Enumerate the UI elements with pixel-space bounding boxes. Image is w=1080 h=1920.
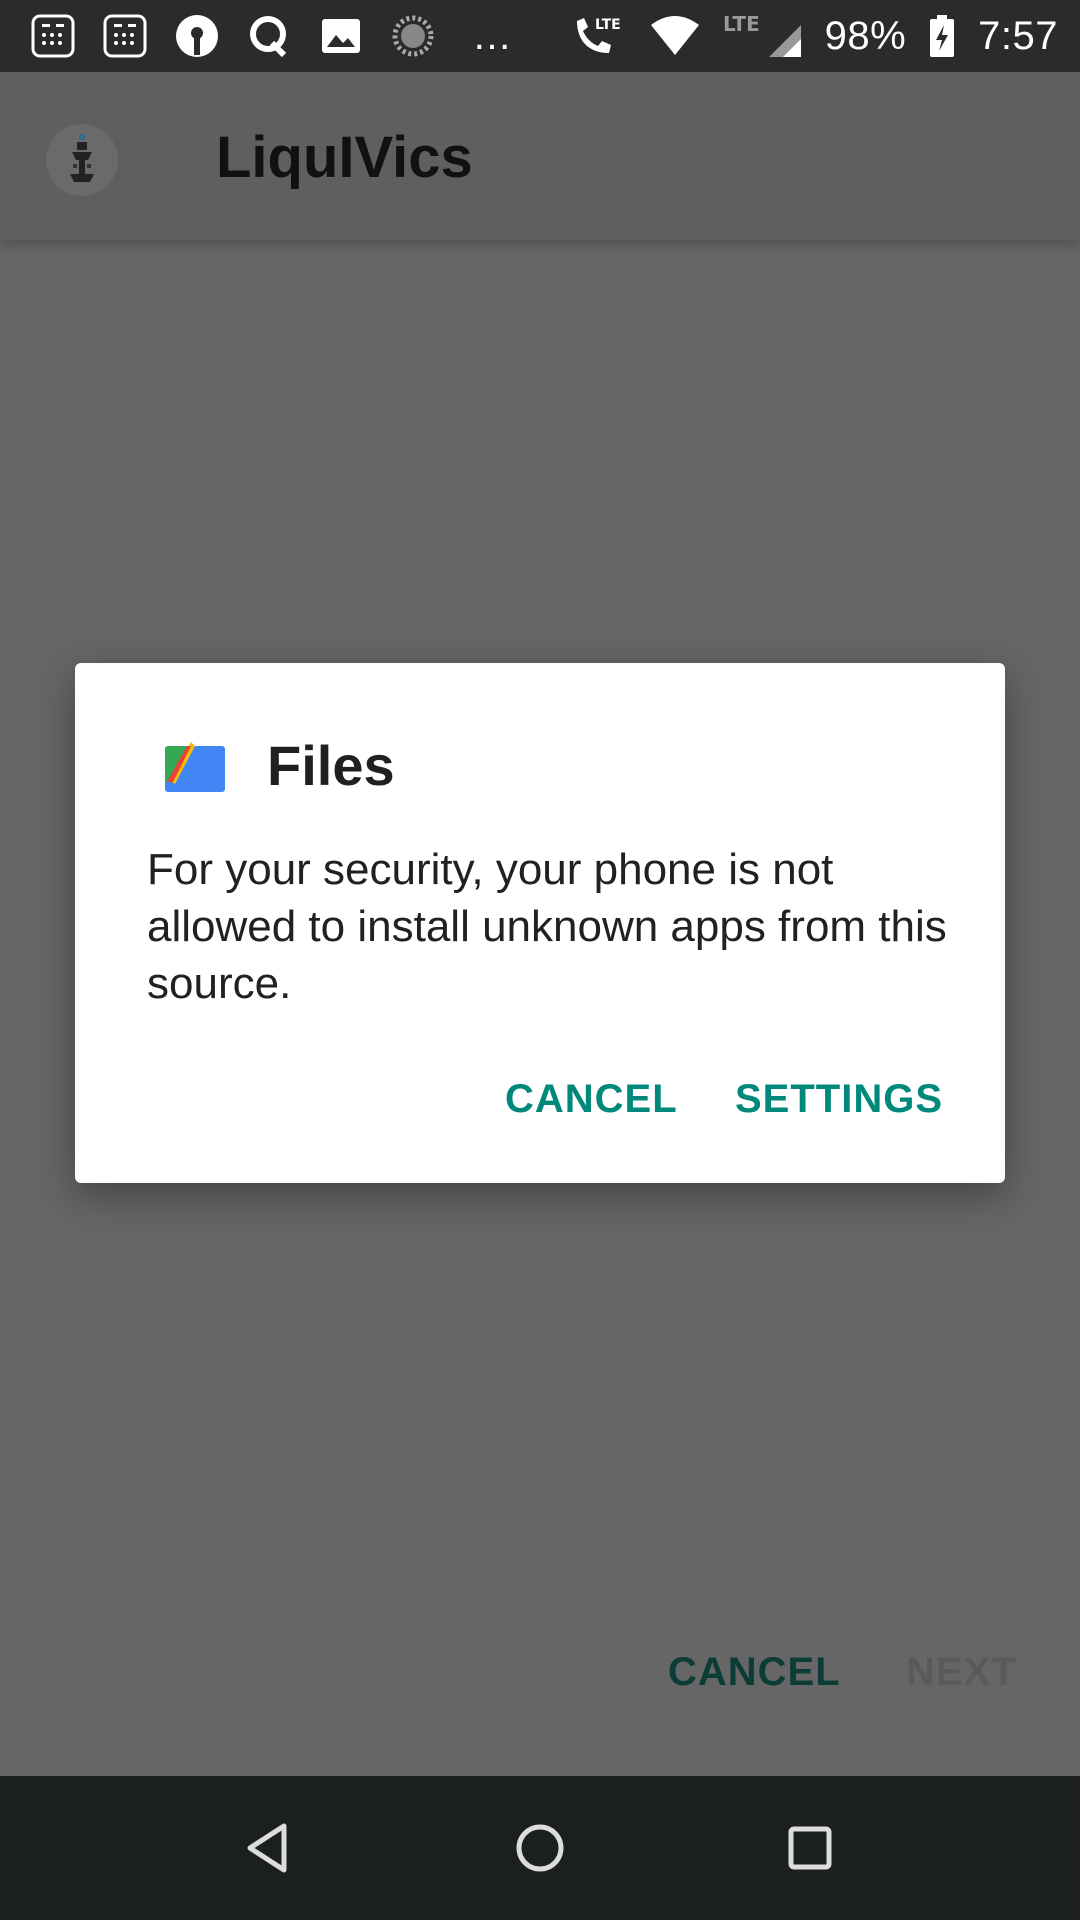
- app-logo-icon: [46, 124, 118, 196]
- install-blocked-dialog: Files For your security, your phone is n…: [75, 663, 1005, 1183]
- navigation-bar: [0, 1776, 1080, 1920]
- dialog-message: For your security, your phone is not all…: [147, 845, 947, 1008]
- lte-call-icon: LTE: [571, 13, 627, 59]
- dialog-cancel-button[interactable]: CANCEL: [505, 1077, 678, 1122]
- image-icon: [318, 13, 364, 59]
- back-icon[interactable]: [234, 1812, 306, 1884]
- dialog-title: Files: [267, 734, 395, 797]
- battery-percent: 98%: [824, 13, 907, 58]
- lte-signal-icon: LTE: [723, 12, 803, 59]
- more-icon: …: [472, 13, 515, 58]
- clock: 7:57: [978, 13, 1058, 58]
- files-icon: [161, 740, 227, 792]
- status-bar-left: …: [0, 13, 515, 59]
- q-icon: [246, 13, 292, 59]
- svg-text:LTE: LTE: [595, 17, 621, 33]
- calculator-icon: [102, 13, 148, 59]
- sbi-icon: [174, 13, 220, 59]
- dialog-actions: CANCEL SETTINGS: [75, 1077, 1005, 1147]
- home-icon[interactable]: [504, 1812, 576, 1884]
- battery-charging-icon: [928, 13, 956, 59]
- status-bar: … LTE LTE 98% 7:57: [0, 0, 1080, 72]
- background-actions: CANCEL NEXT: [0, 1650, 1080, 1710]
- svg-text:LTE: LTE: [723, 13, 760, 36]
- recents-icon[interactable]: [774, 1812, 846, 1884]
- background-cancel-button[interactable]: CANCEL: [668, 1650, 841, 1695]
- dialog-settings-button[interactable]: SETTINGS: [735, 1077, 943, 1122]
- app-title: LiquIVics: [216, 125, 473, 190]
- calculator-icon: [30, 13, 76, 59]
- app-bar: LiquIVics: [0, 72, 1080, 240]
- background-next-button[interactable]: NEXT: [906, 1650, 1017, 1695]
- wifi-icon: [649, 13, 701, 59]
- loading-icon: [390, 13, 436, 59]
- dialog-header: Files: [161, 733, 395, 798]
- status-bar-right: LTE LTE 98% 7:57: [571, 0, 1058, 72]
